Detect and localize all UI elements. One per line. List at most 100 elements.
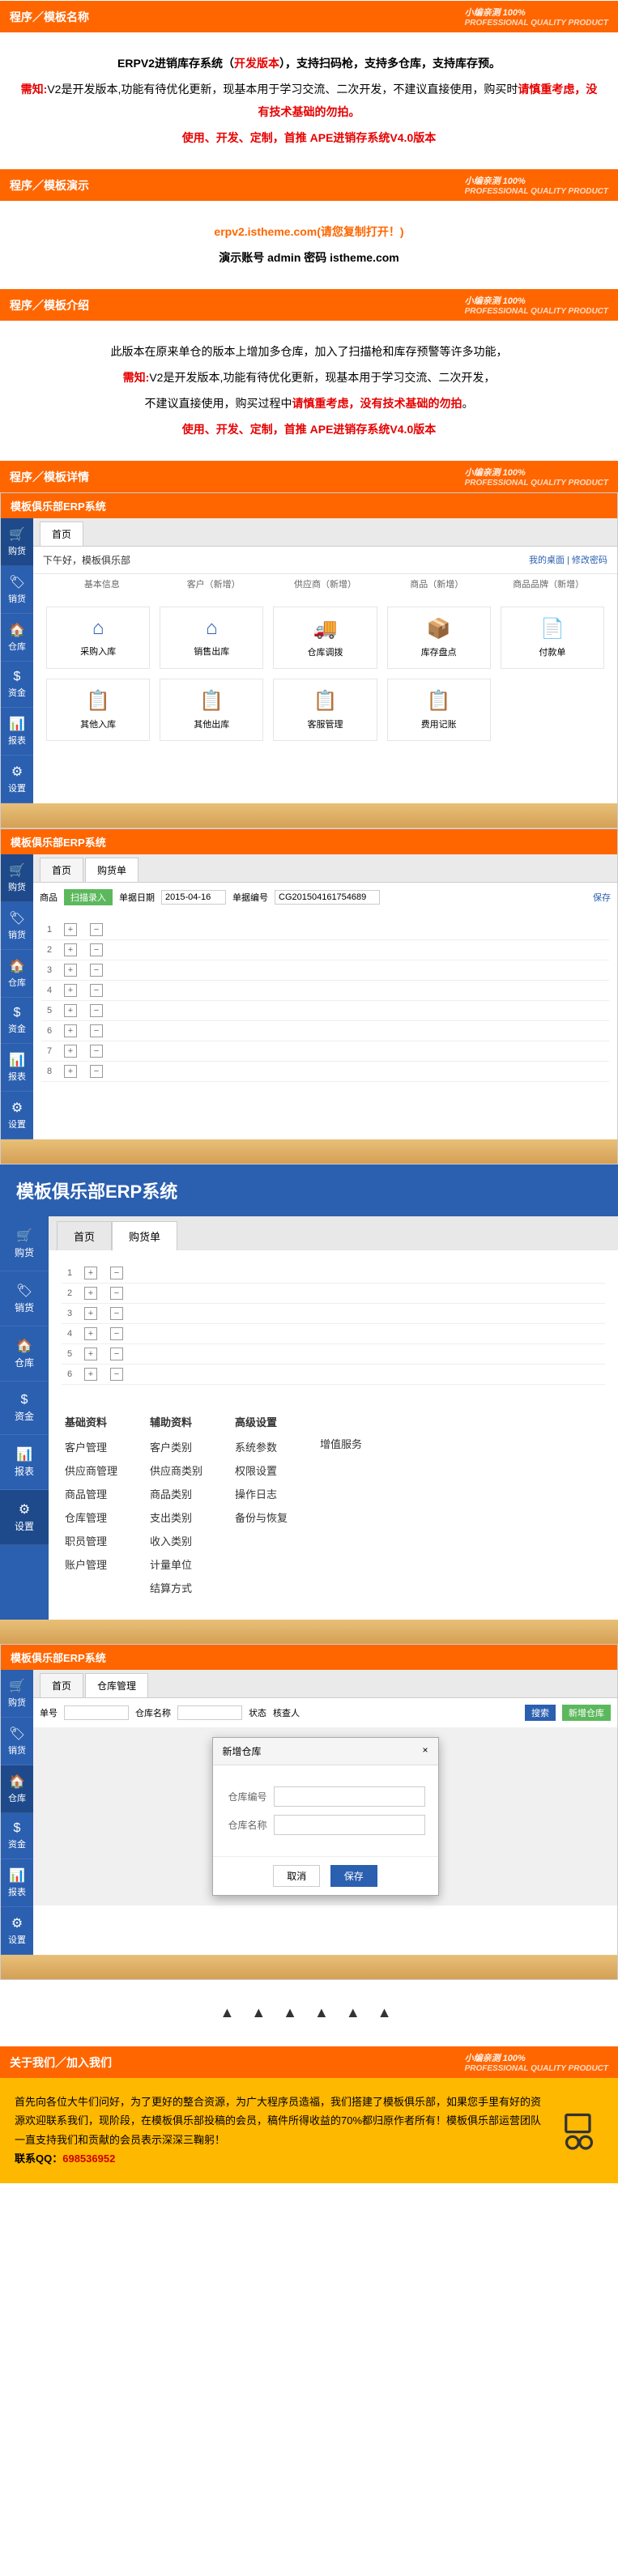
card-inventory[interactable]: 📦库存盘点 [387, 607, 491, 669]
tab-home[interactable]: 首页 [40, 858, 83, 882]
invoice-input[interactable] [64, 1705, 129, 1720]
sand-decoration [0, 1620, 618, 1644]
save-button[interactable]: 保存 [330, 1865, 377, 1887]
tab-stock[interactable]: 仓库管理 [85, 1673, 148, 1697]
sidebar-item-warehouse[interactable]: 🏠仓库 [1, 614, 33, 662]
sidebar-item-sales[interactable]: 🏷销货 [1, 902, 33, 950]
tab-order[interactable]: 购货单 [85, 858, 139, 882]
card-payment[interactable]: 📄付款单 [501, 607, 604, 669]
card-other-out[interactable]: 📋其他出库 [160, 679, 263, 741]
toolbar-links[interactable]: 我的桌面 | 修改密码 [529, 553, 607, 567]
menu-item[interactable]: 备份与恢复 [235, 1509, 288, 1525]
card-transfer[interactable]: 🚚仓库调拨 [273, 607, 377, 669]
card-customer[interactable]: 📋客服管理 [273, 679, 377, 741]
menu-item[interactable]: 账户管理 [65, 1556, 117, 1572]
clipboard-icon: 📋 [164, 689, 259, 713]
settings-menu-panel: 基础资料 客户管理 供应商管理 商品管理 仓库管理 职员管理 账户管理 辅助资料… [49, 1398, 618, 1620]
house-out-icon: ⌂ [164, 617, 259, 640]
menu-item[interactable]: 商品类别 [150, 1486, 202, 1501]
tab-order[interactable]: 购货单 [112, 1221, 177, 1250]
section-title: 程序／模板详情 [10, 469, 89, 485]
menu-item[interactable]: 计量单位 [150, 1556, 202, 1572]
qq-number: 698536952 [62, 2152, 115, 2165]
money-icon: $ [3, 1393, 45, 1407]
sidebar-item-report[interactable]: 📊报表 [0, 1435, 49, 1490]
menu-item[interactable]: 供应商管理 [65, 1463, 117, 1478]
house-icon: ⌂ [50, 617, 146, 640]
card-other-in[interactable]: 📋其他入库 [46, 679, 150, 741]
menu-item[interactable]: 商品管理 [65, 1486, 117, 1501]
menu-item[interactable]: 职员管理 [65, 1533, 117, 1548]
menu-item[interactable]: 供应商类别 [150, 1463, 202, 1478]
chart-icon: 📊 [4, 716, 30, 732]
sidebar-item-purchase[interactable]: 🛒购货 [1, 1670, 33, 1718]
sidebar-item-finance[interactable]: $资金 [0, 1382, 49, 1435]
warehouse-name-input[interactable] [274, 1815, 425, 1835]
cancel-button[interactable]: 取消 [273, 1865, 320, 1887]
sidebar-item-purchase[interactable]: 🛒购货 [1, 854, 33, 902]
menu-item[interactable]: 收入类别 [150, 1533, 202, 1548]
tab-home[interactable]: 首页 [57, 1221, 112, 1250]
menu-item[interactable]: 支出类别 [150, 1509, 202, 1525]
mascot-icon [555, 2106, 603, 2155]
sand-decoration [1, 1139, 617, 1164]
clipboard-icon: 📋 [277, 689, 373, 713]
tab-home[interactable]: 首页 [40, 522, 83, 546]
box-icon: 📦 [391, 617, 487, 641]
sidebar-item-report[interactable]: 📊报表 [1, 1044, 33, 1092]
close-icon[interactable]: × [422, 1744, 428, 1758]
warehouse-code-input[interactable] [274, 1786, 425, 1807]
add-warehouse-button[interactable]: 新增仓库 [562, 1705, 611, 1721]
tag-icon: 🏷 [4, 910, 30, 926]
sidebar-item-warehouse[interactable]: 🏠仓库 [1, 950, 33, 998]
add-row-button[interactable]: + [64, 923, 77, 936]
sidebar-item-report[interactable]: 📊报表 [1, 1859, 33, 1907]
sidebar-item-settings[interactable]: ⚙设置 [1, 1092, 33, 1139]
sidebar-item-purchase[interactable]: 🛒购货 [0, 1216, 49, 1271]
sidebar-item-sales[interactable]: 🏷销货 [1, 1718, 33, 1765]
sidebar-item-report[interactable]: 📊报表 [1, 708, 33, 756]
sidebar-item-warehouse[interactable]: 🏠仓库 [0, 1326, 49, 1382]
menu-item[interactable]: 权限设置 [235, 1463, 288, 1478]
tab-home[interactable]: 首页 [40, 1673, 83, 1697]
sidebar-item-settings[interactable]: ⚙设置 [1, 756, 33, 803]
section-header-about: 关于我们／加入我们 小编亲测 100%PROFESSIONAL QUALITY … [0, 2046, 618, 2078]
menu-item[interactable]: 仓库管理 [65, 1509, 117, 1525]
warehouse-input[interactable] [177, 1705, 242, 1720]
section-header-intro: 程序／模板介绍 小编亲测 100%PROFESSIONAL QUALITY PR… [0, 288, 618, 321]
sidebar-item-settings[interactable]: ⚙设置 [1, 1907, 33, 1955]
menu-item[interactable]: 操作日志 [235, 1486, 288, 1501]
quality-badge: 小编亲测 100%PROFESSIONAL QUALITY PRODUCT [465, 466, 608, 488]
sidebar-item-warehouse[interactable]: 🏠仓库 [1, 1765, 33, 1813]
tab-bar: 首页 [33, 518, 617, 547]
chart-icon: 📊 [3, 1446, 45, 1463]
sidebar-item-purchase[interactable]: 🛒购货 [1, 518, 33, 566]
erp-sidebar: 🛒购货 🏷销货 🏠仓库 $资金 📊报表 ⚙设置 [1, 518, 33, 803]
card-expense[interactable]: 📋费用记账 [387, 679, 491, 741]
save-link[interactable]: 保存 [593, 891, 611, 904]
card-sales-out[interactable]: ⌂销售出库 [160, 607, 263, 669]
menu-item[interactable]: 客户类别 [150, 1439, 202, 1454]
gear-icon: ⚙ [4, 1100, 30, 1116]
card-purchase-in[interactable]: ⌂采购入库 [46, 607, 150, 669]
gear-icon: ⚙ [3, 1501, 45, 1518]
menu-item[interactable]: 系统参数 [235, 1439, 288, 1454]
search-button[interactable]: 搜索 [525, 1705, 556, 1721]
sidebar-item-settings[interactable]: ⚙设置 [0, 1490, 49, 1545]
menu-item[interactable]: 增值服务 [320, 1436, 362, 1451]
menu-item[interactable]: 客户管理 [65, 1439, 117, 1454]
doc-icon: 📄 [505, 617, 600, 641]
remove-row-button[interactable]: − [90, 923, 103, 936]
date-input[interactable] [161, 890, 226, 905]
invoice-input[interactable] [275, 890, 380, 905]
sidebar-item-finance[interactable]: $资金 [1, 998, 33, 1044]
erp-title: 模板俱乐部ERP系统 [1, 829, 617, 854]
sidebar-item-sales[interactable]: 🏷销货 [1, 566, 33, 614]
menu-item[interactable]: 结算方式 [150, 1580, 202, 1595]
scan-button[interactable]: 扫描录入 [64, 889, 113, 905]
sand-decoration [1, 1955, 617, 1979]
sidebar-item-finance[interactable]: $资金 [1, 662, 33, 708]
erp-sidebar-big: 🛒购货 🏷销货 🏠仓库 $资金 📊报表 ⚙设置 [0, 1216, 49, 1620]
sidebar-item-sales[interactable]: 🏷销货 [0, 1271, 49, 1326]
sidebar-item-finance[interactable]: $资金 [1, 1813, 33, 1859]
